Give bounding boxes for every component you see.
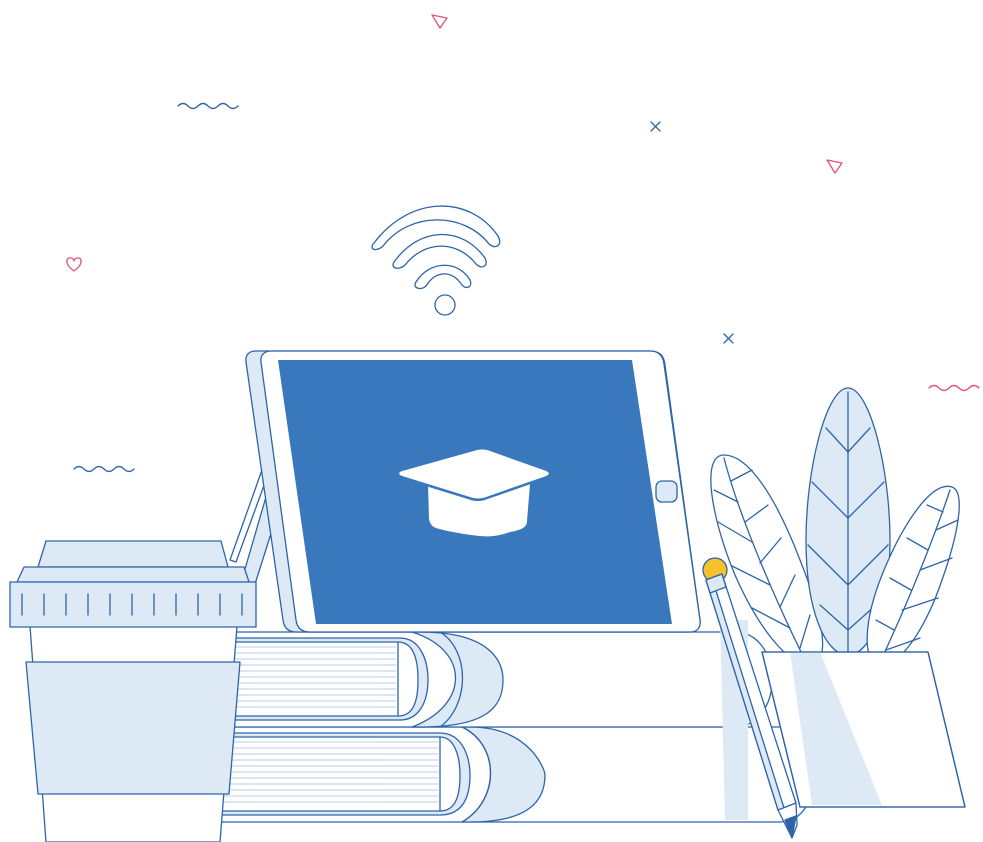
tablet-icon [229, 350, 701, 633]
heart-icon [66, 257, 82, 272]
coffee-cup-icon [9, 540, 257, 842]
wave-icon [928, 384, 980, 392]
wifi-icon [371, 205, 501, 316]
cross-icon [650, 121, 661, 132]
cross-icon [723, 333, 734, 344]
wave-icon [177, 102, 239, 110]
illustration-canvas [9, 14, 980, 842]
home-button [655, 480, 678, 503]
triangle-icon [431, 14, 448, 29]
online-education-illustration [0, 0, 983, 842]
triangle-icon [826, 159, 843, 174]
wave-icon [73, 465, 135, 473]
